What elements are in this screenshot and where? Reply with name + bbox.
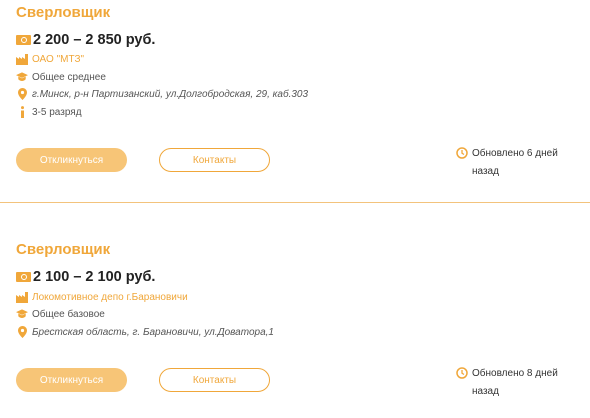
vacancy-card: Сверловщик 2 200 – 2 850 руб. ОАО "МТЗ" … [0, 0, 590, 202]
salary: 2 100 – 2 100 руб. [16, 269, 155, 285]
address-text: Брестская область, г. Барановичи, ул.Дов… [32, 326, 274, 338]
updated-text-line1: Обновлено 8 дней [472, 368, 558, 379]
salary-value: 2 200 – 2 850 руб. [33, 32, 156, 48]
vacancy-title[interactable]: Сверловщик [16, 4, 110, 21]
address-row: Брестская область, г. Барановичи, ул.Дов… [16, 326, 274, 338]
contacts-button[interactable]: Контакты [159, 148, 270, 172]
company-row: Локомотивное депо г.Барановичи [16, 291, 188, 303]
vacancy-card: Сверловщик 2 100 – 2 100 руб. Локомотивн… [0, 222, 590, 418]
company-row: ОАО "МТЗ" [16, 53, 84, 65]
money-icon [16, 35, 31, 45]
address-row: г.Минск, р-н Партизанский, ул.Долгобродс… [16, 88, 308, 100]
graduation-cap-icon [16, 308, 28, 320]
factory-icon [16, 291, 28, 303]
education-row: Общее базовое [16, 308, 105, 320]
company-link[interactable]: ОАО "МТЗ" [32, 54, 84, 65]
salary-value: 2 100 – 2 100 руб. [33, 269, 156, 285]
education-text: Общее базовое [32, 308, 105, 320]
updated-info: Обновлено 6 дней назад [456, 145, 576, 181]
map-pin-icon [16, 326, 28, 338]
company-link[interactable]: Локомотивное депо г.Барановичи [32, 292, 188, 303]
address-text: г.Минск, р-н Партизанский, ул.Долгобродс… [32, 88, 309, 100]
grade-text: 3-5 разряд [32, 106, 82, 118]
updated-text-line2: назад [472, 166, 499, 177]
info-icon [16, 106, 28, 118]
salary: 2 200 – 2 850 руб. [16, 32, 155, 48]
card-separator [0, 202, 590, 203]
updated-text-line1: Обновлено 6 дней [472, 148, 558, 159]
updated-text-line2: назад [472, 386, 499, 397]
apply-button[interactable]: Откликнуться [16, 148, 127, 172]
money-icon [16, 272, 31, 282]
map-pin-icon [16, 88, 28, 100]
clock-icon [456, 147, 468, 166]
vacancy-title[interactable]: Сверловщик [16, 241, 110, 258]
education-text: Общее среднее [32, 71, 106, 83]
grade-row: 3-5 разряд [16, 106, 82, 118]
updated-info: Обновлено 8 дней назад [456, 365, 576, 401]
apply-button[interactable]: Откликнуться [16, 368, 127, 392]
education-row: Общее среднее [16, 71, 106, 83]
graduation-cap-icon [16, 71, 28, 83]
contacts-button[interactable]: Контакты [159, 368, 270, 392]
clock-icon [456, 367, 468, 386]
factory-icon [16, 53, 28, 65]
